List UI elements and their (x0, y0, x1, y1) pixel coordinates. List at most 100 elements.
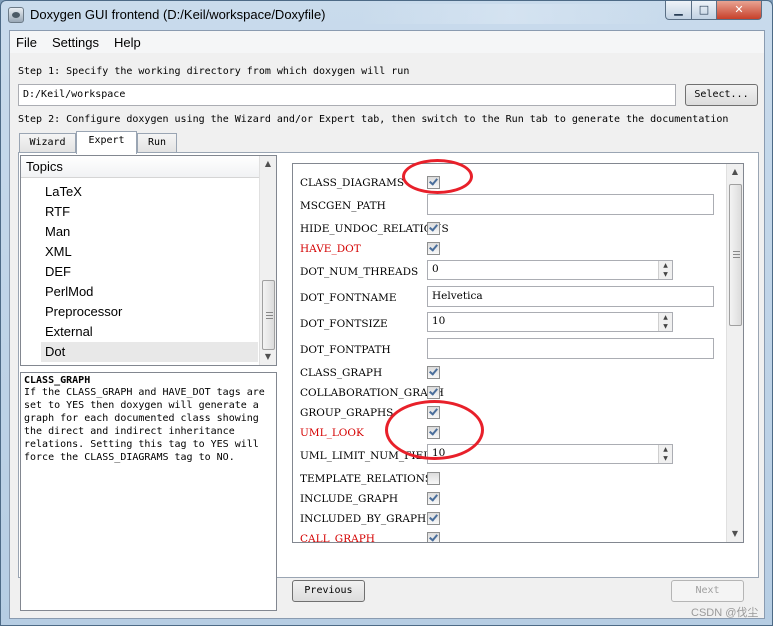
app-window: Doxygen GUI frontend (D:/Keil/workspace/… (0, 0, 773, 626)
option-text-input[interactable] (427, 338, 714, 359)
topic-item-xml[interactable]: XML (41, 242, 258, 262)
working-dir-input[interactable]: D:/Keil/workspace (18, 84, 676, 106)
option-checkbox[interactable] (427, 242, 440, 255)
spin-down-icon[interactable]: ▼ (659, 454, 672, 463)
help-body: If the CLASS_GRAPH and HAVE_DOT tags are… (24, 387, 265, 463)
option-text-input[interactable]: Helvetica (427, 286, 714, 307)
title-glass-reflection (361, 4, 661, 24)
option-label: DOT_NUM_THREADS (300, 266, 419, 278)
client-area: File Settings Help Step 1: Specify the w… (9, 30, 765, 619)
spin-down-icon[interactable]: ▼ (659, 322, 672, 331)
option-spinbox[interactable]: 10 ▲ ▼ (427, 312, 673, 332)
option-label: HAVE_DOT (300, 243, 361, 255)
topics-scrollbar[interactable]: ▲ ▼ (259, 156, 276, 365)
doxygen-app-icon (8, 7, 24, 23)
option-checkbox[interactable] (427, 532, 440, 542)
option-label: UML_LIMIT_NUM_FIELDS (300, 450, 446, 462)
topic-item-def[interactable]: DEF (41, 262, 258, 282)
option-label: CALL_GRAPH (300, 533, 375, 543)
menu-settings[interactable]: Settings (52, 35, 99, 50)
option-checkbox[interactable] (427, 492, 440, 505)
help-text-box: CLASS_GRAPH If the CLASS_GRAPH and HAVE_… (20, 372, 277, 611)
option-spinbox[interactable]: 10 ▲ ▼ (427, 444, 673, 464)
tab-expert[interactable]: Expert (76, 131, 137, 154)
topic-item-external[interactable]: External (41, 322, 258, 342)
scroll-up-arrow-icon[interactable]: ▲ (260, 156, 276, 172)
scroll-thumb[interactable] (729, 184, 742, 326)
spin-buttons[interactable]: ▲ ▼ (658, 313, 672, 331)
scroll-thumb[interactable] (262, 280, 275, 350)
option-label: INCLUDED_BY_GRAPH (300, 513, 427, 525)
minimize-button[interactable]: ▁ (665, 1, 692, 20)
spin-up-icon[interactable]: ▲ (659, 261, 672, 270)
option-text-input[interactable] (427, 194, 714, 215)
checkmark-icon (429, 426, 438, 436)
spinbox-value: 0 (432, 263, 439, 275)
option-checkbox[interactable] (427, 366, 440, 379)
checkmark-icon (429, 366, 438, 376)
menu-file[interactable]: File (16, 35, 37, 50)
next-button[interactable]: Next (671, 580, 744, 602)
previous-button[interactable]: Previous (292, 580, 365, 602)
menu-help[interactable]: Help (114, 35, 141, 50)
option-label: TEMPLATE_RELATIONS (300, 473, 433, 485)
option-label: COLLABORATION_GRAPH (300, 387, 444, 399)
spin-up-icon[interactable]: ▲ (659, 445, 672, 454)
options-scrollbar[interactable]: ▲ ▼ (726, 164, 743, 542)
topic-item-perlmod[interactable]: PerlMod (41, 282, 258, 302)
topic-item-rtf[interactable]: RTF (41, 202, 258, 222)
checkmark-icon (429, 492, 438, 502)
option-checkbox[interactable] (427, 426, 440, 439)
option-label: MSCGEN_PATH (300, 200, 386, 212)
window-title: Doxygen GUI frontend (D:/Keil/workspace/… (30, 7, 326, 22)
topic-item-dot[interactable]: Dot (41, 342, 258, 362)
option-label: INCLUDE_GRAPH (300, 493, 399, 505)
topic-item-man[interactable]: Man (41, 222, 258, 242)
option-label: UML_LOOK (300, 427, 364, 439)
option-checkbox[interactable] (427, 406, 440, 419)
maximize-button[interactable]: □ (691, 1, 717, 20)
topics-header: Topics (21, 156, 260, 178)
option-label: DOT_FONTSIZE (300, 318, 388, 330)
topic-item-latex[interactable]: LaTeX (41, 182, 258, 202)
spinbox-value: 10 (432, 447, 446, 459)
scroll-up-arrow-icon[interactable]: ▲ (727, 164, 743, 180)
dot-options-panel: CLASS_DIAGRAMS MSCGEN_PATH HIDE_UNDOC_RE… (292, 163, 744, 543)
checkmark-icon (429, 386, 438, 396)
checkmark-icon (429, 406, 438, 416)
option-checkbox[interactable] (427, 512, 440, 525)
option-spinbox[interactable]: 0 ▲ ▼ (427, 260, 673, 280)
checkmark-icon (429, 532, 438, 542)
select-button[interactable]: Select... (685, 84, 758, 106)
option-checkbox-unchecked[interactable] (427, 472, 440, 485)
option-checkbox[interactable] (427, 176, 440, 189)
option-checkbox[interactable] (427, 386, 440, 399)
checkmark-icon (429, 222, 438, 232)
spin-up-icon[interactable]: ▲ (659, 313, 672, 322)
spin-down-icon[interactable]: ▼ (659, 270, 672, 279)
step1-label: Step 1: Specify the working directory fr… (18, 66, 410, 77)
close-button[interactable]: ✕ (716, 1, 762, 20)
menu-bar: File Settings Help (10, 31, 764, 53)
title-bar[interactable]: Doxygen GUI frontend (D:/Keil/workspace/… (1, 1, 772, 29)
option-label: DOT_FONTNAME (300, 292, 397, 304)
checkmark-icon (429, 176, 438, 186)
spin-buttons[interactable]: ▲ ▼ (658, 261, 672, 279)
tab-wizard[interactable]: Wizard (19, 133, 76, 153)
tab-run[interactable]: Run (137, 133, 177, 153)
checkmark-icon (429, 242, 438, 252)
option-label: CLASS_GRAPH (300, 367, 383, 379)
option-label: GROUP_GRAPHS (300, 407, 394, 419)
option-checkbox[interactable] (427, 222, 440, 235)
checkmark-icon (429, 512, 438, 522)
scroll-down-arrow-icon[interactable]: ▼ (727, 526, 743, 542)
help-title: CLASS_GRAPH (24, 375, 91, 386)
spin-buttons[interactable]: ▲ ▼ (658, 445, 672, 463)
scroll-down-arrow-icon[interactable]: ▼ (260, 349, 276, 365)
step2-label: Step 2: Configure doxygen using the Wiza… (18, 114, 729, 125)
option-label: DOT_FONTPATH (300, 344, 391, 356)
spinbox-value: 10 (432, 315, 446, 327)
option-label: CLASS_DIAGRAMS (300, 177, 405, 189)
topic-item-preprocessor[interactable]: Preprocessor (41, 302, 258, 322)
watermark: CSDN @伐尘 (691, 607, 759, 619)
